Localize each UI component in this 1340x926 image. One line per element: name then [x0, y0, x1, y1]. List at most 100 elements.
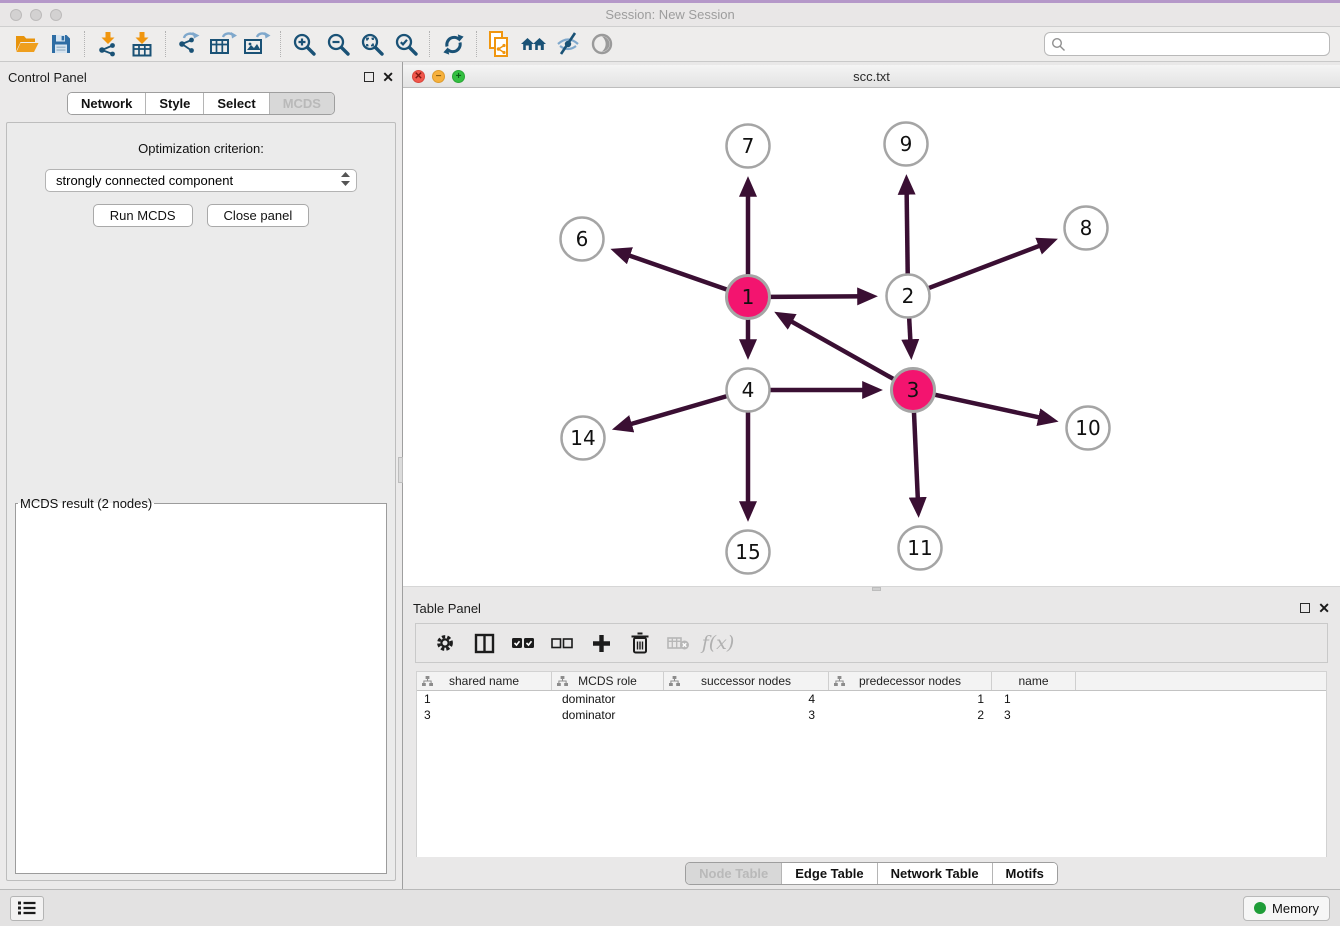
search-icon	[1051, 37, 1066, 52]
network-edge[interactable]	[617, 396, 727, 428]
network-node-label: 15	[735, 540, 760, 564]
main-toolbar	[0, 27, 1340, 62]
show-panels-button[interactable]	[10, 896, 44, 921]
table-settings-button[interactable]	[430, 628, 460, 658]
network-edge[interactable]	[769, 296, 872, 297]
network-edge[interactable]	[928, 241, 1053, 289]
network-node-label: 10	[1075, 416, 1100, 440]
tab-select[interactable]: Select	[204, 93, 269, 114]
import-network-button[interactable]	[91, 29, 125, 59]
import-table-button[interactable]	[125, 29, 159, 59]
deselect-all-rows-button[interactable]	[547, 628, 577, 658]
hierarchy-icon	[669, 676, 680, 687]
status-bar: Memory	[0, 889, 1340, 926]
save-session-button[interactable]	[44, 29, 78, 59]
tab-mcds[interactable]: MCDS	[270, 93, 334, 114]
network-close-button[interactable]: ✕	[412, 70, 425, 83]
network-node-label: 3	[907, 378, 920, 402]
search-box[interactable]	[1044, 32, 1330, 56]
zoom-in-icon	[292, 32, 317, 57]
network-edge[interactable]	[909, 317, 911, 354]
table-cell[interactable]: 3	[417, 708, 552, 722]
network-edge[interactable]	[779, 314, 894, 379]
memory-button[interactable]: Memory	[1243, 896, 1330, 921]
tab-network[interactable]: Network	[68, 93, 146, 114]
float-table-panel-icon[interactable]	[1300, 603, 1310, 613]
network-maximize-button[interactable]: +	[452, 70, 465, 83]
tab-motifs[interactable]: Motifs	[993, 863, 1057, 884]
table-panel-title: Table Panel	[413, 601, 481, 616]
table-cell[interactable]: 1	[417, 692, 552, 706]
gear-icon	[435, 633, 455, 653]
table-cell[interactable]: 4	[664, 692, 829, 706]
create-column-button[interactable]	[586, 628, 616, 658]
clone-network-button[interactable]	[483, 29, 517, 59]
tab-node-table[interactable]: Node Table	[686, 863, 782, 884]
table-cell[interactable]: 1	[829, 692, 992, 706]
network-edge[interactable]	[616, 251, 728, 290]
network-node-label: 11	[907, 536, 932, 560]
delete-table-button[interactable]	[664, 628, 694, 658]
show-columns-button[interactable]	[469, 628, 499, 658]
float-panel-icon[interactable]	[364, 72, 374, 82]
columns-icon	[474, 633, 495, 654]
network-table-splitter[interactable]	[403, 586, 1340, 591]
open-session-button[interactable]	[10, 29, 44, 59]
mcds-result-values[interactable]: 1 3	[16, 511, 376, 513]
zoom-in-button[interactable]	[287, 29, 321, 59]
column-header-shared-name[interactable]: shared name	[417, 672, 552, 690]
zoom-out-button[interactable]	[321, 29, 355, 59]
table-cell[interactable]: 1	[992, 692, 1076, 706]
run-mcds-button[interactable]: Run MCDS	[93, 204, 193, 227]
table-cell[interactable]: 2	[829, 708, 992, 722]
checked-boxes-icon	[512, 636, 534, 650]
hide-graphics-details-button[interactable]	[551, 29, 585, 59]
tab-network-table[interactable]: Network Table	[878, 863, 993, 884]
close-panel-icon[interactable]: ✕	[382, 72, 394, 82]
column-header-predecessor-nodes[interactable]: predecessor nodes	[829, 672, 992, 690]
network-minimize-button[interactable]: −	[432, 70, 445, 83]
table-cell[interactable]: dominator	[552, 708, 664, 722]
network-edge[interactable]	[906, 179, 907, 274]
column-header-successor-nodes[interactable]: successor nodes	[664, 672, 829, 690]
close-table-panel-icon[interactable]: ✕	[1318, 603, 1330, 613]
export-image-button[interactable]	[240, 29, 274, 59]
hierarchy-icon	[422, 676, 433, 687]
search-input[interactable]	[1070, 37, 1323, 52]
toolbar-separator	[476, 31, 477, 57]
column-header-mcds-role[interactable]: MCDS role	[552, 672, 664, 690]
close-panel-button[interactable]: Close panel	[207, 204, 310, 227]
network-graph[interactable]: 1234678910111415	[403, 88, 1338, 586]
select-all-rows-button[interactable]	[508, 628, 538, 658]
memory-label: Memory	[1272, 901, 1319, 916]
show-all-networks-button[interactable]	[517, 29, 551, 59]
table-cell[interactable]: 3	[664, 708, 829, 722]
refresh-icon	[441, 32, 466, 57]
table-cell[interactable]: dominator	[552, 692, 664, 706]
table-row[interactable]: 1dominator411	[417, 691, 1326, 707]
export-table-button[interactable]	[206, 29, 240, 59]
bird-eye-view-button[interactable]	[585, 29, 619, 59]
node-table-body: 1dominator4113dominator323	[417, 691, 1326, 723]
network-node-label: 4	[742, 378, 755, 402]
column-header-name[interactable]: name	[992, 672, 1076, 690]
export-network-button[interactable]	[172, 29, 206, 59]
homes-icon	[519, 32, 549, 56]
network-edge[interactable]	[914, 411, 918, 512]
network-canvas[interactable]: 1234678910111415	[403, 88, 1340, 586]
control-panel: Control Panel ✕ Network Style Select MCD…	[0, 62, 403, 889]
window-top-accent	[0, 0, 1340, 3]
table-row[interactable]: 3dominator323	[417, 707, 1326, 723]
hierarchy-icon	[834, 676, 845, 687]
function-builder-button[interactable]: f(x)	[703, 628, 733, 658]
network-window-title: scc.txt	[403, 69, 1340, 84]
apply-layout-button[interactable]	[436, 29, 470, 59]
criterion-select[interactable]: strongly connected component	[45, 169, 357, 192]
tab-style[interactable]: Style	[146, 93, 204, 114]
zoom-selected-button[interactable]	[389, 29, 423, 59]
delete-column-button[interactable]	[625, 628, 655, 658]
network-edge[interactable]	[934, 395, 1053, 421]
zoom-fit-button[interactable]	[355, 29, 389, 59]
tab-edge-table[interactable]: Edge Table	[782, 863, 877, 884]
table-cell[interactable]: 3	[992, 708, 1076, 722]
